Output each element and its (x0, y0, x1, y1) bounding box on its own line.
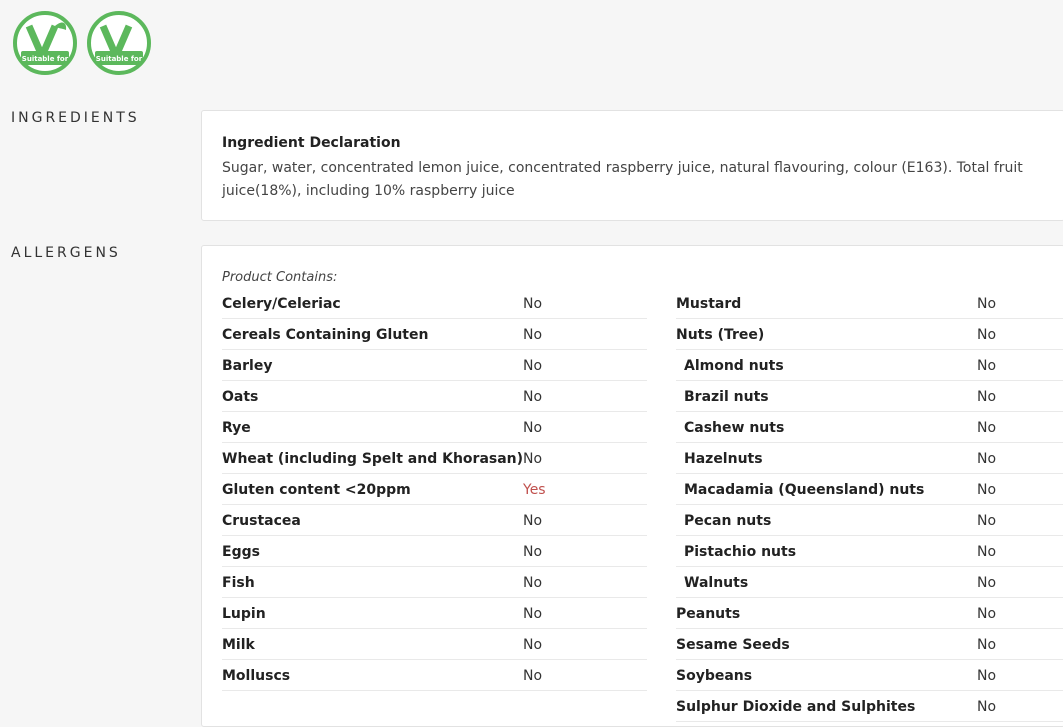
allergen-value: No (523, 296, 543, 312)
allergen-name: Pecan nuts (684, 513, 772, 529)
allergen-name: Almond nuts (684, 358, 784, 374)
allergen-name: Oats (222, 389, 259, 405)
allergen-value: No (977, 606, 997, 622)
allergen-row: Sulphur Dioxide and Sulphites No (676, 691, 1063, 722)
allergen-name: Barley (222, 358, 273, 374)
allergen-row: Walnuts No (676, 567, 1063, 598)
allergen-name: Hazelnuts (684, 451, 763, 467)
allergen-value: No (977, 296, 997, 312)
allergen-value: No (523, 575, 543, 591)
allergen-name: Peanuts (676, 606, 741, 622)
allergen-value: No (523, 637, 543, 653)
allergen-row: Gluten content <20ppm Yes (222, 474, 647, 505)
allergen-row: Soybeans No (676, 660, 1063, 691)
allergen-value: No (523, 606, 543, 622)
allergens-right-column: Mustard No Nuts (Tree) No Almond nuts No Brazi… (676, 288, 1063, 722)
allergen-row: Peanuts No (676, 598, 1063, 629)
allergen-name: Molluscs (222, 668, 291, 684)
product-contains-label: Product Contains: (222, 270, 338, 285)
vegan-badge: Suitable for (86, 10, 151, 75)
allergen-row: Wheat (including Spelt and Khorasan) No (222, 443, 647, 474)
allergen-name: Brazil nuts (684, 389, 769, 405)
allergen-name: Milk (222, 637, 255, 653)
allergen-name: Rye (222, 420, 251, 436)
allergen-value: No (523, 513, 543, 529)
ingredient-declaration-text: Sugar, water, concentrated lemon juice, … (222, 160, 1023, 199)
allergen-value: No (523, 327, 543, 343)
allergen-name: Cereals Containing Gluten (222, 327, 429, 343)
ingredients-card: Ingredient Declaration Sugar, water, con… (201, 110, 1063, 221)
allergen-value: No (977, 575, 997, 591)
allergen-name: Wheat (including Spelt and Khorasan) (222, 451, 524, 467)
allergen-name: Soybeans (676, 668, 753, 684)
allergen-row: Brazil nuts No (676, 381, 1063, 412)
allergen-value: No (977, 358, 997, 374)
allergen-value: No (977, 389, 997, 405)
allergen-value: No (523, 451, 543, 467)
badge-label: Suitable for (22, 55, 69, 63)
allergen-row: Lupin No (222, 598, 647, 629)
allergen-value: No (977, 668, 997, 684)
allergen-name: Fish (222, 575, 255, 591)
allergen-name: Eggs (222, 544, 260, 560)
allergen-value: No (977, 420, 997, 436)
allergen-row: Pecan nuts No (676, 505, 1063, 536)
allergen-row: Rye No (222, 412, 647, 443)
allergen-value: No (977, 699, 997, 715)
allergen-row: Celery/Celeriac No (222, 288, 647, 319)
allergen-row: Fish No (222, 567, 647, 598)
allergen-row: Barley No (222, 350, 647, 381)
allergen-value: No (977, 451, 997, 467)
allergen-value: No (977, 637, 997, 653)
allergen-row: Eggs No (222, 536, 647, 567)
allergen-row: Sesame Seeds No (676, 629, 1063, 660)
allergen-name: Sesame Seeds (676, 637, 790, 653)
allergen-name: Celery/Celeriac (222, 296, 341, 312)
allergen-name: Gluten content <20ppm (222, 482, 411, 498)
ingredients-section-title: INGREDIENTS (11, 110, 140, 126)
allergen-row: Cereals Containing Gluten No (222, 319, 647, 350)
allergen-row: Almond nuts No (676, 350, 1063, 381)
allergen-value: No (523, 668, 543, 684)
allergen-value: No (523, 358, 543, 374)
allergen-row: Molluscs No (222, 660, 647, 691)
allergen-row: Macadamia (Queensland) nuts No (676, 474, 1063, 505)
allergen-row: Pistachio nuts No (676, 536, 1063, 567)
allergens-left-column: Celery/Celeriac No Cereals Containing Glut… (222, 288, 647, 691)
allergen-value: No (523, 420, 543, 436)
allergens-section-title: ALLERGENS (11, 245, 121, 261)
allergen-value: No (977, 513, 997, 529)
vegetarian-badge: Suitable for (12, 10, 77, 75)
allergen-row: Cashew nuts No (676, 412, 1063, 443)
allergen-name: Pistachio nuts (684, 544, 797, 560)
allergen-row: Crustacea No (222, 505, 647, 536)
allergen-row: Hazelnuts No (676, 443, 1063, 474)
allergen-value: Yes (523, 482, 546, 498)
allergen-row: Nuts (Tree) No (676, 319, 1063, 350)
allergen-name: Cashew nuts (684, 420, 785, 436)
allergen-name: Crustacea (222, 513, 301, 529)
allergen-value: No (523, 544, 543, 560)
allergen-name: Nuts (Tree) (676, 327, 765, 343)
allergen-value: No (523, 389, 543, 405)
allergen-name: Macadamia (Queensland) nuts (684, 482, 925, 498)
allergen-name: Lupin (222, 606, 266, 622)
allergen-name: Walnuts (684, 575, 749, 591)
allergen-value: No (977, 327, 997, 343)
allergen-value: No (977, 482, 997, 498)
allergen-value: No (977, 544, 997, 560)
allergen-row: Mustard No (676, 288, 1063, 319)
allergen-name: Sulphur Dioxide and Sulphites (676, 699, 916, 715)
ingredient-declaration-heading: Ingredient Declaration (222, 135, 401, 151)
allergen-name: Mustard (676, 296, 742, 312)
allergen-row: Oats No (222, 381, 647, 412)
badge-label: Suitable for (96, 55, 143, 63)
allergen-row: Milk No (222, 629, 647, 660)
allergens-card: Product Contains: Celery/Celeriac No Cerea… (201, 245, 1063, 727)
